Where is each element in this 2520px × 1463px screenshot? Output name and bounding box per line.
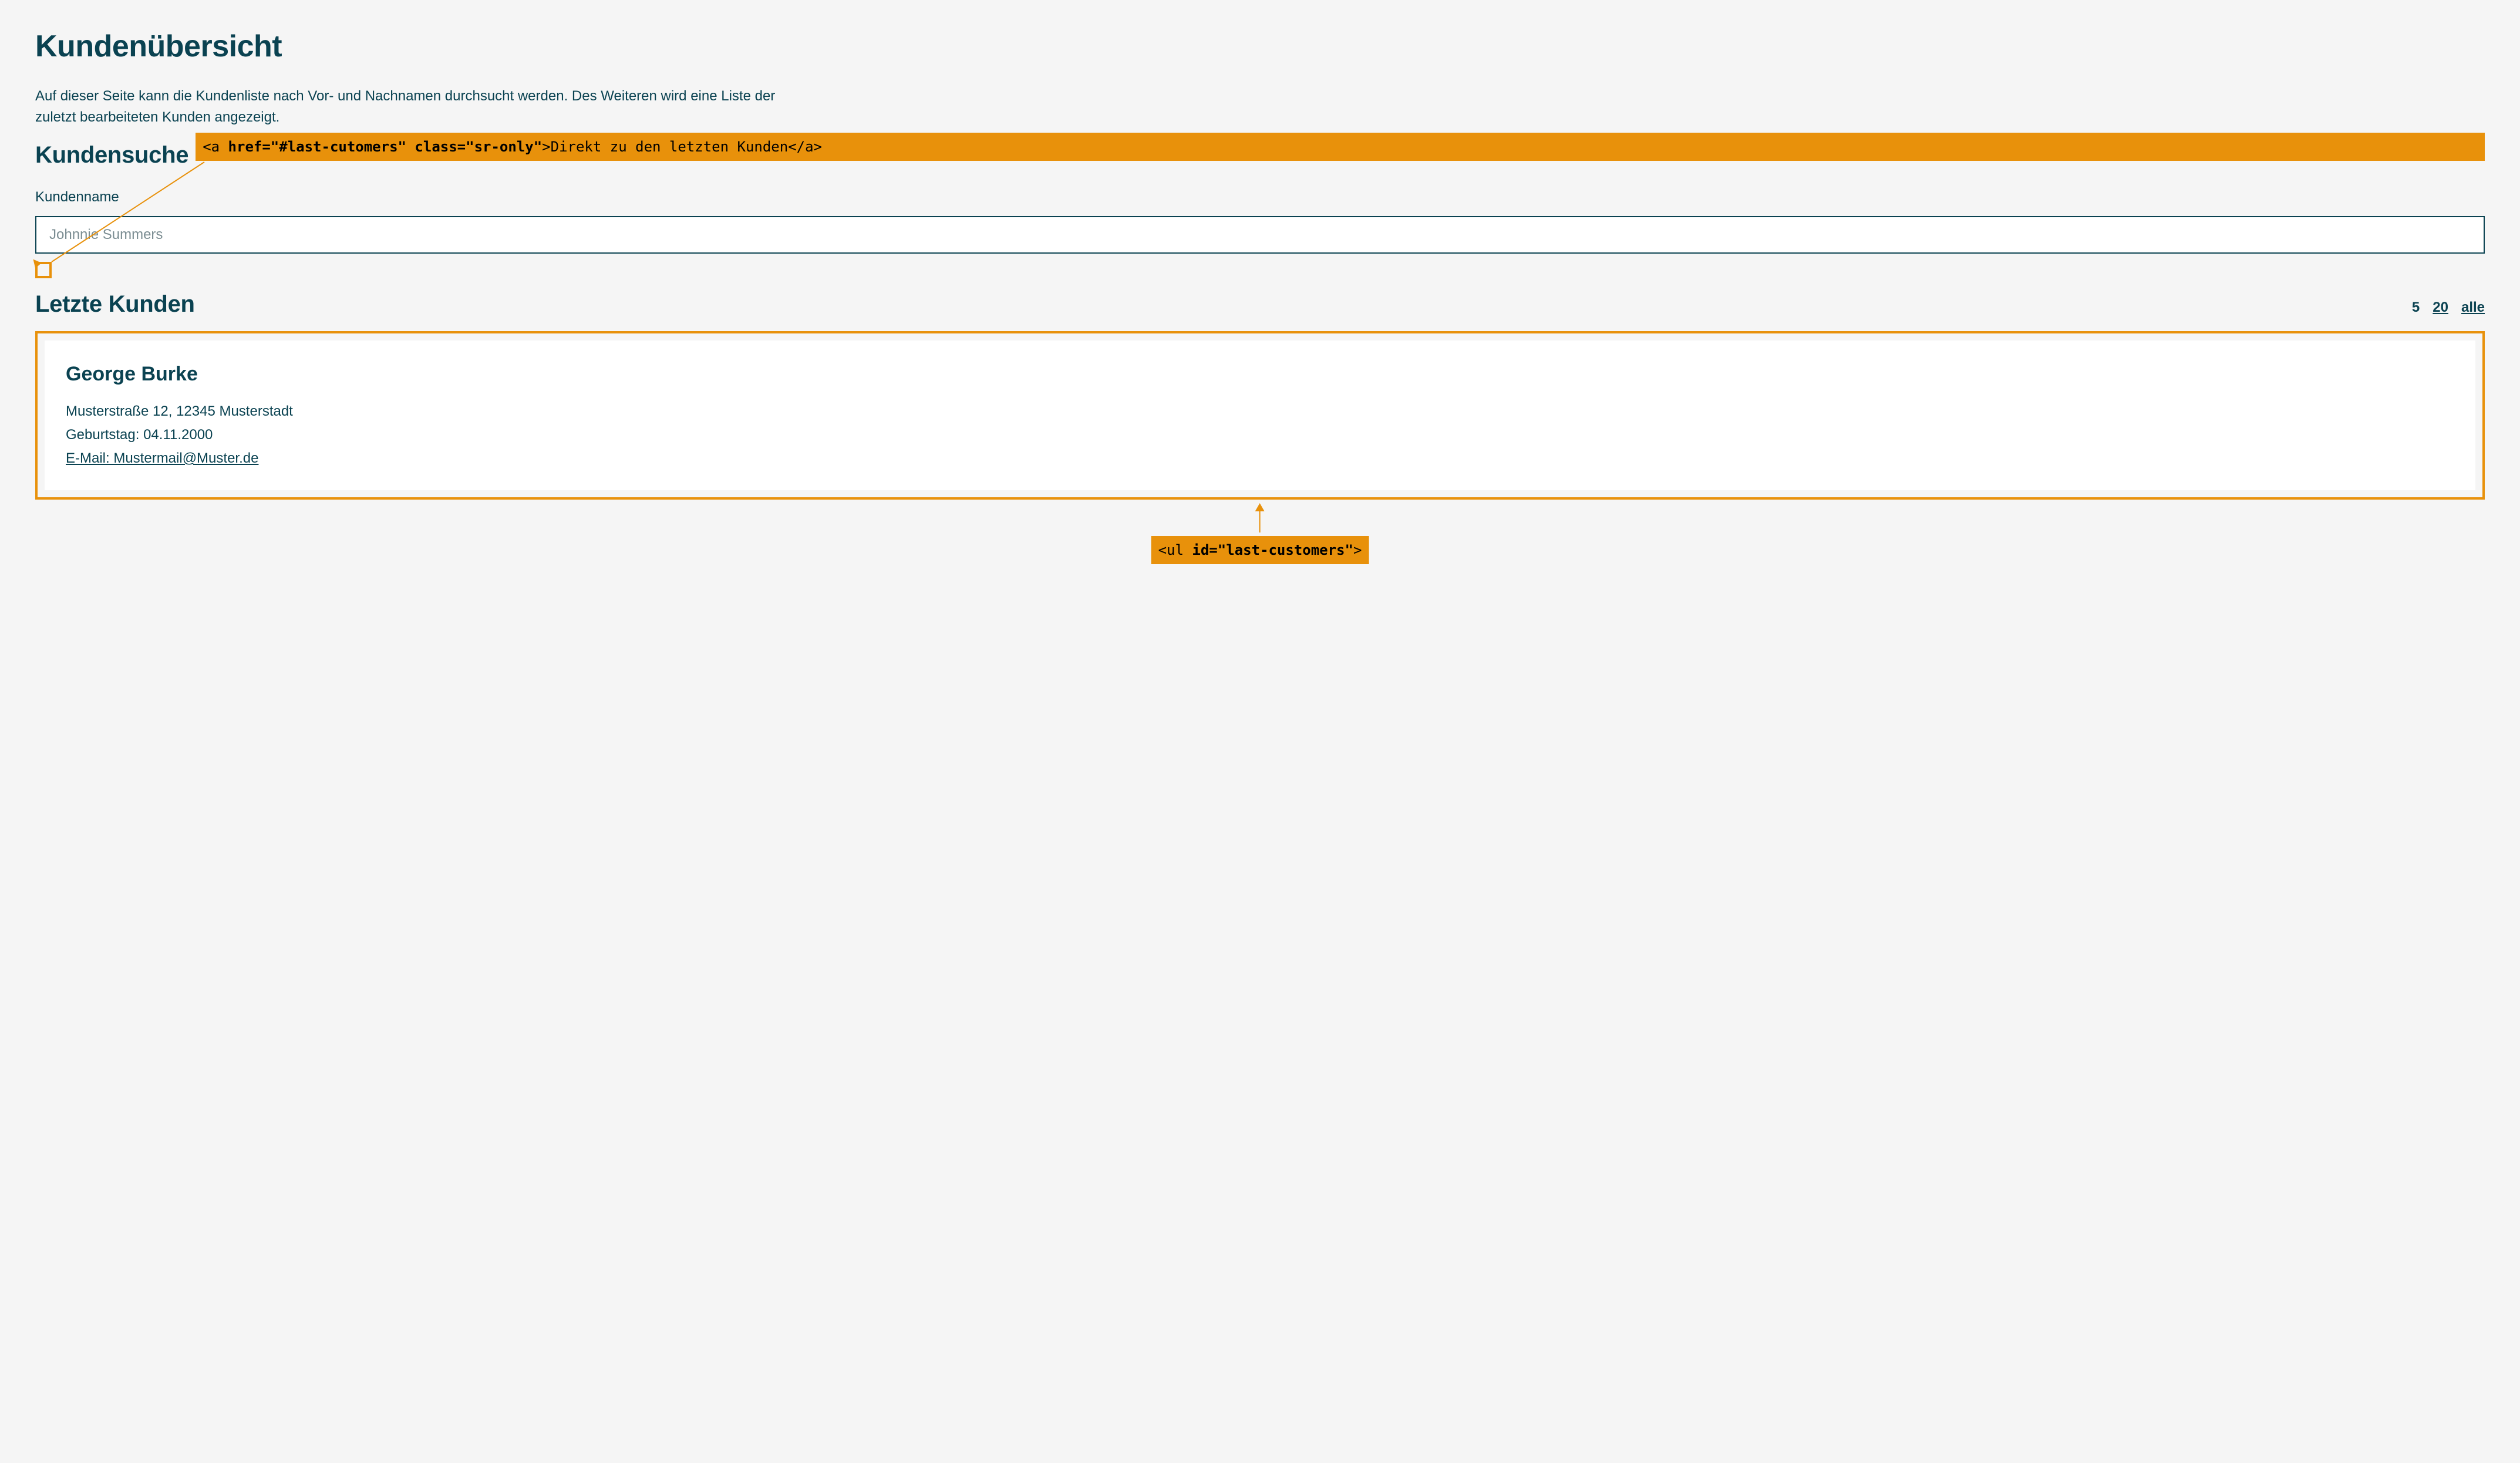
code-prefix: <a bbox=[203, 139, 228, 155]
code2-suffix: > bbox=[1353, 542, 1362, 558]
search-heading-row: Kundensuche <a href="#last-cutomers" cla… bbox=[35, 134, 2485, 187]
page-title: Kundenübersicht bbox=[35, 23, 2485, 69]
page-5[interactable]: 5 bbox=[2412, 297, 2420, 318]
code2-attrs: id="last-customers" bbox=[1192, 542, 1353, 558]
customer-email-link[interactable]: E-Mail: Mustermail@Muster.de bbox=[66, 448, 2454, 469]
skiplink-marker bbox=[35, 262, 52, 278]
search-label: Kundenname bbox=[35, 187, 2485, 208]
customer-birthday: Geburtstag: 04.11.2000 bbox=[66, 424, 2454, 446]
code2-prefix: <ul bbox=[1158, 542, 1192, 558]
page-description: Auf dieser Seite kann die Kundenliste na… bbox=[35, 86, 799, 128]
page-all[interactable]: alle bbox=[2461, 297, 2485, 318]
customer-name-input[interactable] bbox=[35, 216, 2485, 254]
code-attrs: href="#last-cutomers" class="sr-only" bbox=[228, 139, 543, 155]
code-text: Direkt zu den letzten Kunden bbox=[551, 139, 789, 155]
search-heading: Kundensuche bbox=[35, 137, 188, 173]
annotation-bottom: <ul id="last-customers"> bbox=[1151, 504, 1369, 564]
code-middle: > bbox=[542, 139, 550, 155]
code-suffix: </a> bbox=[788, 139, 822, 155]
customer-card: George Burke Musterstraße 12, 12345 Must… bbox=[45, 341, 2475, 490]
customer-name: George Burke bbox=[66, 359, 2454, 389]
skiplink-marker-wrap bbox=[35, 262, 54, 278]
pager: 5 20 alle bbox=[2412, 297, 2485, 318]
page-20[interactable]: 20 bbox=[2433, 297, 2448, 318]
latest-heading: Letzte Kunden bbox=[35, 286, 195, 322]
latest-customers-highlight: George Burke Musterstraße 12, 12345 Must… bbox=[35, 331, 2485, 500]
annotation-ul-code: <ul id="last-customers"> bbox=[1151, 536, 1369, 564]
arrow-icon bbox=[30, 257, 42, 268]
customer-address: Musterstraße 12, 12345 Musterstadt bbox=[66, 401, 2454, 422]
annotation-skiplink-code: <a href="#last-cutomers" class="sr-only"… bbox=[196, 133, 2485, 161]
arrow-up-icon bbox=[1259, 504, 1261, 532]
latest-heading-row: Letzte Kunden 5 20 alle bbox=[35, 283, 2485, 328]
